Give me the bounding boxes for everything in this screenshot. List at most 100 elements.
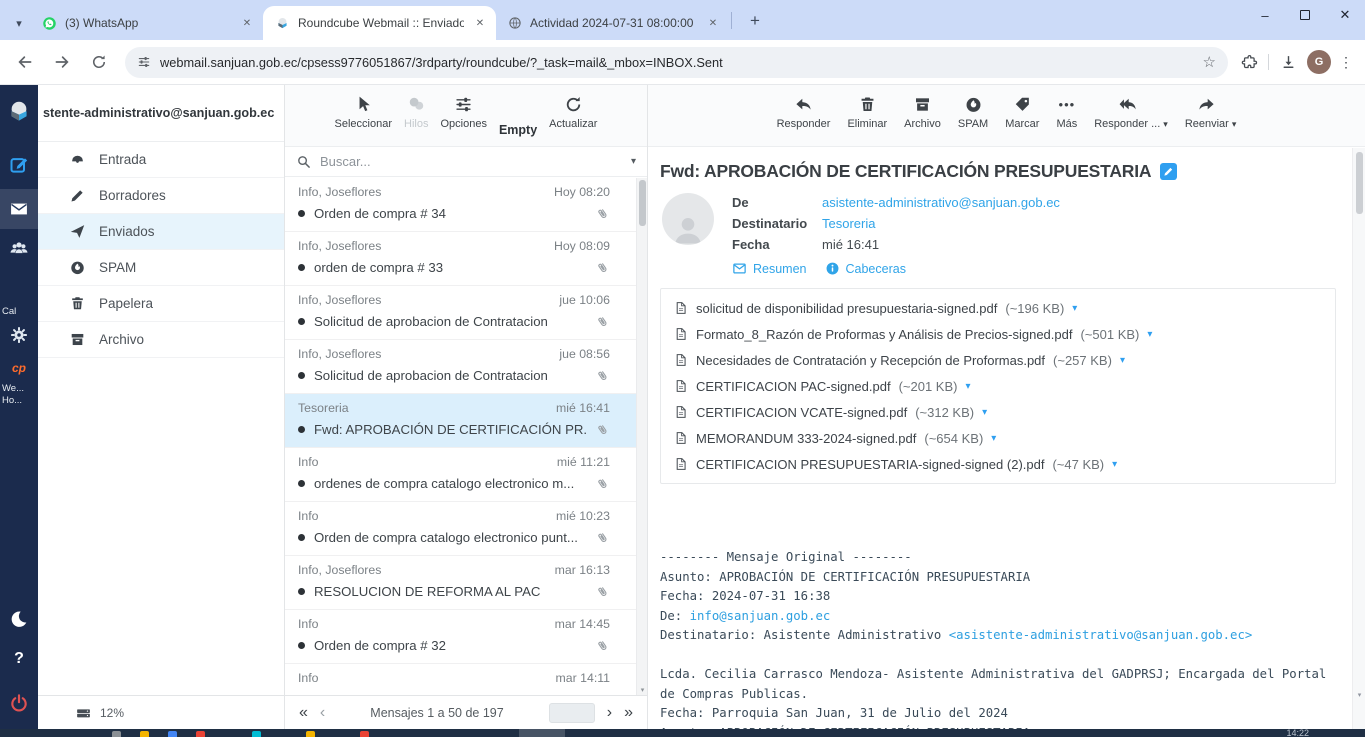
reload-button[interactable]: [87, 50, 111, 74]
attachment-name[interactable]: CERTIFICACION PRESUPUESTARIA-signed-sign…: [696, 457, 1044, 472]
reply-button[interactable]: Responder: [777, 95, 831, 146]
attachment-name[interactable]: CERTIFICACION PAC-signed.pdf: [696, 379, 891, 394]
attachment-chip[interactable]: Formato_8_Razón de Proformas y Análisis …: [674, 321, 1322, 347]
tab-close-icon[interactable]: ✕: [705, 15, 721, 31]
address-bar[interactable]: webmail.sanjuan.gob.ec/cpsess9776051867/…: [125, 47, 1228, 78]
taskbar-app-icon[interactable]: [196, 731, 205, 737]
forward-button[interactable]: Reenviar: [1185, 95, 1229, 130]
message-list-item[interactable]: Info mié 11:21 ordenes de compra catalog…: [285, 448, 636, 502]
message-list-item[interactable]: Info mié 10:23 Orden de compra catalogo …: [285, 502, 636, 556]
first-page-button[interactable]: «: [299, 705, 308, 721]
last-page-button[interactable]: »: [624, 705, 633, 721]
dark-mode-toggle[interactable]: [0, 609, 38, 629]
mark-button[interactable]: Marcar: [1005, 95, 1039, 146]
url-text[interactable]: webmail.sanjuan.gob.ec/cpsess9776051867/…: [160, 55, 1194, 70]
from-address[interactable]: asistente-administrativo@sanjuan.gob.ec: [822, 195, 1060, 210]
folder-borradores[interactable]: Borradores: [38, 178, 284, 214]
tab-close-icon[interactable]: ✕: [472, 15, 488, 31]
spam-button[interactable]: SPAM: [958, 95, 988, 146]
webmail-home-button[interactable]: We...: [0, 383, 38, 394]
close-window-button[interactable]: ✕: [1325, 0, 1365, 30]
profile-avatar[interactable]: G: [1307, 50, 1331, 74]
unread-dot[interactable]: [298, 426, 305, 433]
more-button[interactable]: •••Más: [1056, 95, 1077, 146]
mail-nav-button[interactable]: [0, 189, 38, 229]
tab-actividad[interactable]: Actividad 2024-07-31 08:00:00 ✕: [496, 6, 729, 40]
attachment-name[interactable]: Necesidades de Contratación y Recepción …: [696, 353, 1045, 368]
maximize-button[interactable]: [1285, 0, 1325, 30]
message-list-item[interactable]: Info, Joseflores Hoy 08:20 Orden de comp…: [285, 178, 636, 232]
taskbar-app-icon[interactable]: [252, 731, 261, 737]
attachment-menu-caret[interactable]: ▾: [965, 381, 970, 392]
search-options-caret[interactable]: ▾: [631, 156, 636, 167]
attachment-chip[interactable]: solicitud de disponibilidad presupuestar…: [674, 295, 1322, 321]
forward-button[interactable]: [50, 50, 74, 74]
browser-menu-button[interactable]: ⋮: [1337, 54, 1355, 71]
reply-all-caret[interactable]: ▾: [1163, 119, 1168, 130]
taskbar-app-icon[interactable]: [140, 731, 149, 737]
attachment-chip[interactable]: CERTIFICACION PAC-signed.pdf (~201 KB) ▾: [674, 373, 971, 399]
edit-subject-icon[interactable]: [1160, 163, 1177, 180]
attachment-chip[interactable]: Necesidades de Contratación y Recepción …: [674, 347, 1322, 373]
attachment-menu-caret[interactable]: ▾: [1072, 303, 1077, 314]
attachment-menu-caret[interactable]: ▾: [1112, 459, 1117, 470]
message-list-item[interactable]: Info mar 14:45 Orden de compra # 32: [285, 610, 636, 664]
unread-dot[interactable]: [298, 210, 305, 217]
tab-search-button[interactable]: ▾: [8, 17, 30, 30]
downloads-button[interactable]: [1275, 49, 1301, 75]
body-email-link[interactable]: <asistente-administrativo@sanjuan.gob.ec…: [949, 628, 1253, 642]
unread-dot[interactable]: [298, 642, 305, 649]
folder-entrada[interactable]: Entrada: [38, 142, 284, 178]
message-list-item[interactable]: Info, Joseflores jue 08:56 Solicitud de …: [285, 340, 636, 394]
archive-button[interactable]: Archivo: [904, 95, 941, 146]
folder-enviados[interactable]: Enviados: [38, 214, 284, 250]
scroll-down-arrow[interactable]: ▾: [637, 686, 648, 694]
calendar-nav-button[interactable]: Cal: [0, 306, 38, 317]
unread-dot[interactable]: [298, 264, 305, 271]
unread-dot[interactable]: [298, 318, 305, 325]
extensions-button[interactable]: [1236, 49, 1262, 75]
minimize-button[interactable]: –: [1245, 0, 1285, 30]
compose-button[interactable]: [0, 155, 38, 175]
taskbar-app-icon[interactable]: [112, 731, 121, 737]
forward-caret[interactable]: ▾: [1232, 119, 1237, 130]
attachment-chip[interactable]: MEMORANDUM 333-2024-signed.pdf (~654 KB)…: [674, 425, 1322, 451]
attachment-name[interactable]: solicitud de disponibilidad presupuestar…: [696, 301, 997, 316]
taskbar-active-app[interactable]: [519, 729, 565, 737]
scrollbar-thumb[interactable]: [639, 180, 646, 226]
summary-link[interactable]: Resumen: [732, 261, 807, 276]
list-scrollbar[interactable]: ▾: [636, 178, 647, 695]
search-input[interactable]: [320, 154, 622, 169]
reading-scrollbar[interactable]: ▾: [1352, 148, 1365, 729]
unread-dot[interactable]: [298, 588, 305, 595]
attachment-menu-caret[interactable]: ▾: [982, 407, 987, 418]
unread-dot[interactable]: [298, 372, 305, 379]
attachment-chip[interactable]: CERTIFICACION VCATE-signed.pdf (~312 KB)…: [674, 399, 987, 425]
folder-spam[interactable]: SPAM: [38, 250, 284, 286]
attachment-menu-caret[interactable]: ▾: [1120, 355, 1125, 366]
reply-all-button[interactable]: Responder ...: [1094, 95, 1160, 130]
bookmark-star-icon[interactable]: ☆: [1203, 53, 1216, 71]
page-number-input[interactable]: [549, 703, 595, 723]
new-tab-button[interactable]: +: [743, 11, 767, 31]
attachment-name[interactable]: Formato_8_Razón de Proformas y Análisis …: [696, 327, 1072, 342]
headers-link[interactable]: Cabeceras: [825, 261, 906, 276]
attachment-name[interactable]: CERTIFICACION VCATE-signed.pdf: [696, 405, 907, 420]
tab-close-icon[interactable]: ✕: [239, 15, 255, 31]
attachment-chip[interactable]: CERTIFICACION PRESUPUESTARIA-signed-sign…: [674, 451, 1322, 477]
unread-dot[interactable]: [298, 480, 305, 487]
message-list-item[interactable]: Info, Joseflores mar 16:13 RESOLUCION DE…: [285, 556, 636, 610]
settings-nav-button[interactable]: [0, 325, 38, 345]
site-settings-icon[interactable]: [137, 55, 151, 69]
next-page-button[interactable]: ›: [607, 705, 612, 721]
back-button[interactable]: [13, 50, 37, 74]
attachment-menu-caret[interactable]: ▾: [991, 433, 996, 444]
select-button[interactable]: Seleccionar: [335, 95, 392, 146]
tab-whatsapp[interactable]: (3) WhatsApp ✕: [30, 6, 263, 40]
roundcube-logo[interactable]: [0, 98, 38, 126]
threads-button[interactable]: Hilos: [404, 95, 428, 146]
to-address[interactable]: Tesoreria: [822, 216, 875, 231]
logout-button[interactable]: [0, 693, 38, 713]
options-button[interactable]: Opciones: [440, 95, 486, 146]
taskbar-app-icon[interactable]: [360, 731, 369, 737]
